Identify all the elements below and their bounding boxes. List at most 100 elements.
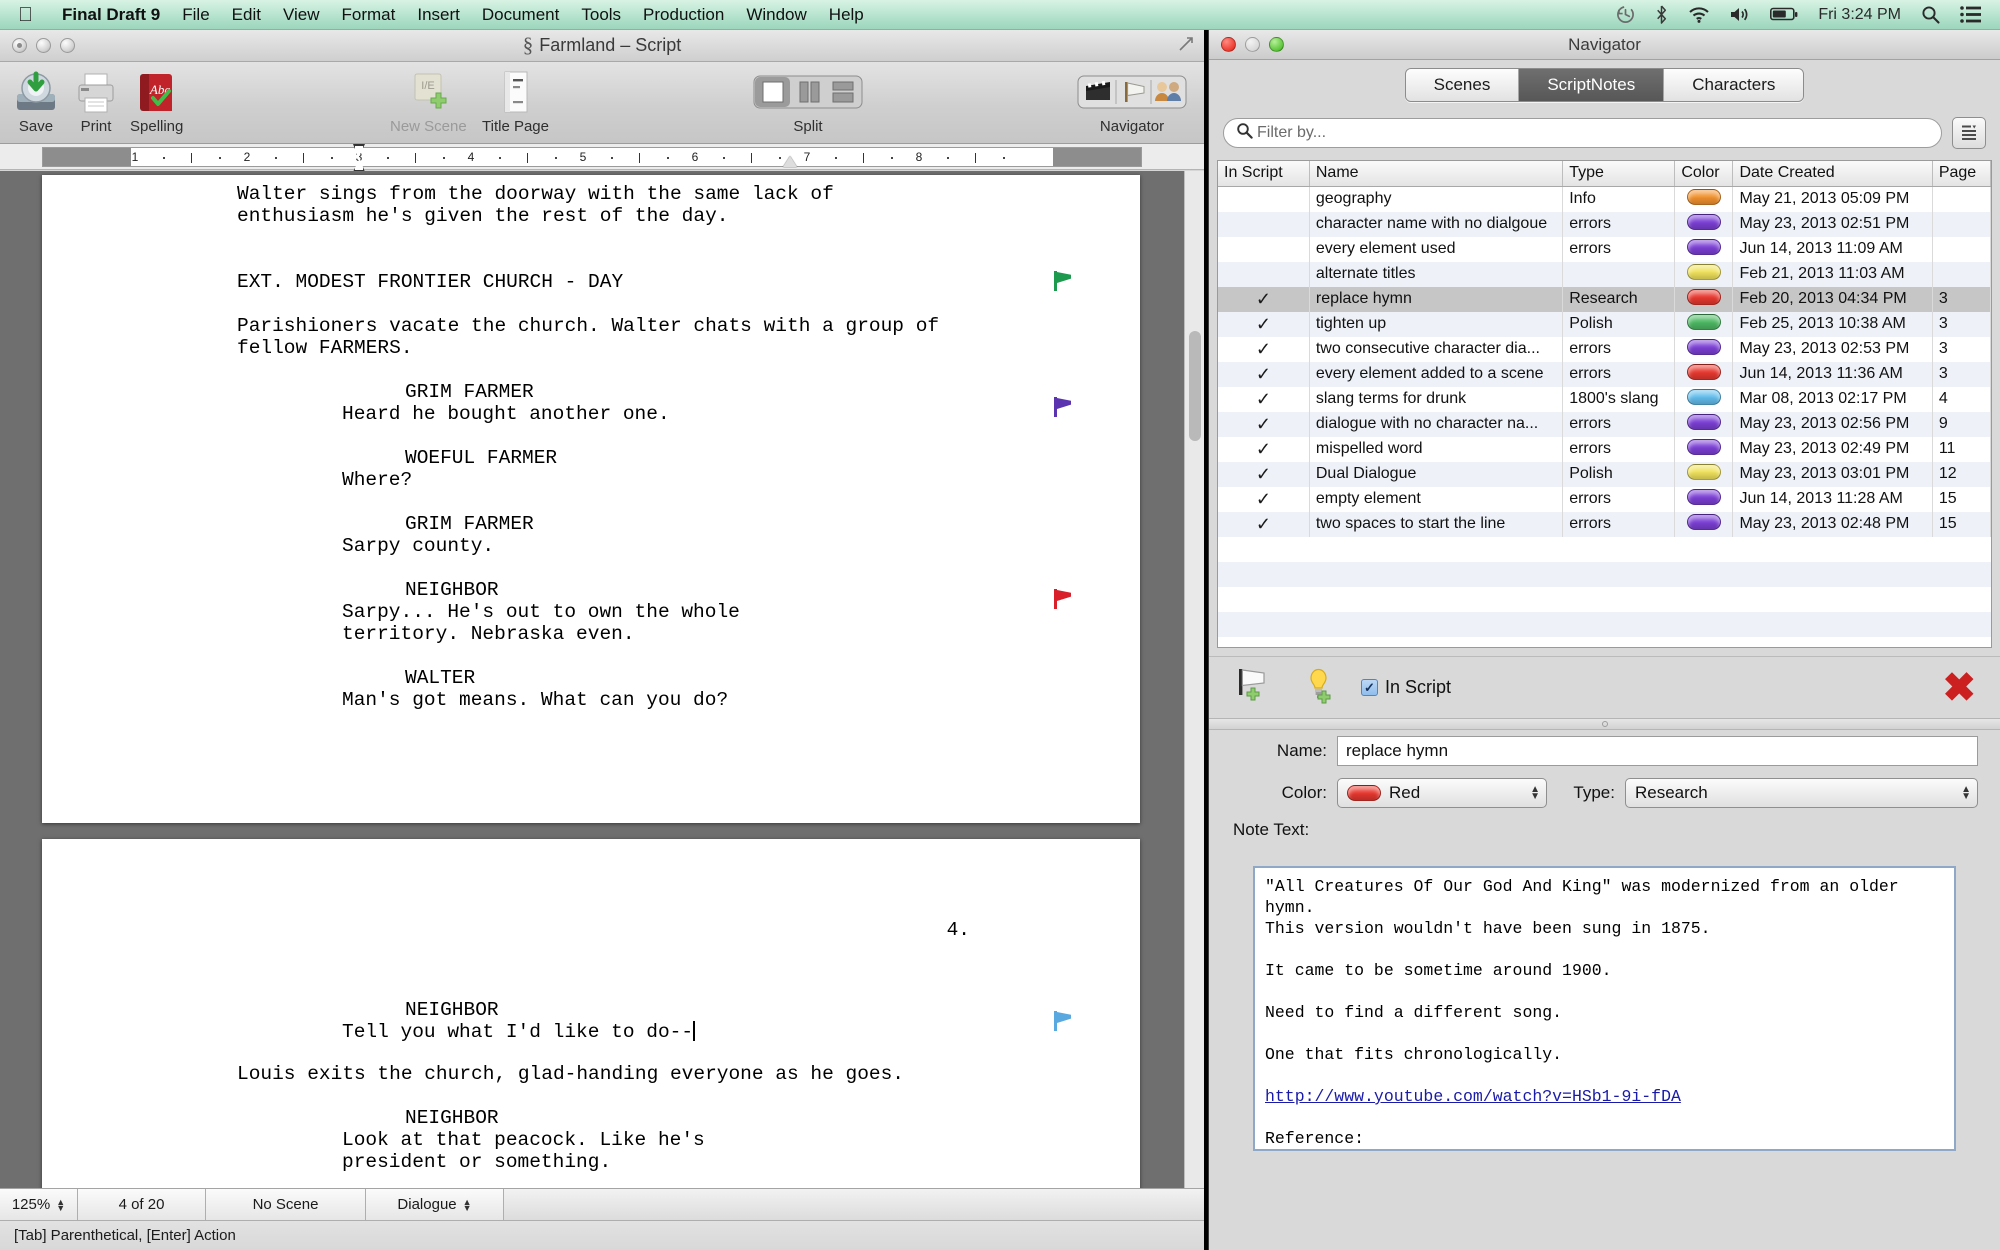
spelling-button[interactable]: Abc Spelling — [130, 68, 183, 135]
script-note-flag-icon[interactable] — [1054, 1011, 1072, 1031]
script-line-dialogue[interactable]: Tell you what I'd like to do-- — [342, 1021, 696, 1044]
tab-characters[interactable]: Characters — [1664, 69, 1804, 101]
column-header-type[interactable]: Type — [1562, 161, 1676, 187]
script-line-slug[interactable]: EXT. MODEST FRONTIER CHURCH - DAY — [237, 271, 623, 294]
script-line-action[interactable]: Louis exits the church, glad-handing eve… — [237, 1063, 904, 1086]
ruler-tab-marker[interactable] — [783, 156, 797, 167]
cell-in-script[interactable]: ✓ — [1218, 511, 1310, 537]
cell-in-script[interactable] — [1218, 261, 1310, 287]
column-header-in-script[interactable]: In Script — [1218, 161, 1310, 187]
delete-x-icon[interactable]: ✖ — [1942, 668, 1976, 708]
add-lightbulb-icon[interactable] — [1297, 664, 1339, 711]
volume-icon[interactable] — [1720, 0, 1760, 30]
navigator-control[interactable]: Navigator — [1072, 68, 1192, 135]
script-line-dialogue[interactable]: Sarpy... He's out to own the whole — [342, 601, 740, 624]
cell-in-script[interactable]: ✓ — [1218, 461, 1310, 487]
tab-scenes[interactable]: Scenes — [1405, 69, 1520, 101]
script-line-action[interactable]: Walter sings from the doorway with the s… — [237, 183, 834, 206]
table-row[interactable]: ✓ slang terms for drunk 1800's slang Mar 08… — [1218, 386, 1991, 412]
cell-in-script[interactable]: ✓ — [1218, 361, 1310, 387]
table-row[interactable]: ✓ two spaces to start the line errors May 2… — [1218, 511, 1991, 537]
menu-edit[interactable]: Edit — [221, 5, 272, 25]
table-row[interactable]: ✓ replace hymn Research Feb 20, 2013 04:34 … — [1218, 286, 1991, 312]
time-machine-icon[interactable] — [1606, 0, 1645, 30]
menu-insert[interactable]: Insert — [406, 5, 471, 25]
list-view-icon[interactable] — [1952, 117, 1986, 149]
element-type-select[interactable]: Dialogue ▲ ▼ — [366, 1189, 504, 1221]
script-page-1[interactable]: Walter sings from the doorway with the s… — [42, 175, 1140, 823]
table-row[interactable]: geography Info May 21, 2013 05:09 PM — [1218, 186, 1991, 212]
menu-format[interactable]: Format — [331, 5, 407, 25]
add-flag-icon[interactable] — [1233, 664, 1275, 711]
script-line-character[interactable]: WOEFUL FARMER — [405, 447, 557, 470]
menu-final-draft[interactable]: Final Draft 9 — [51, 5, 171, 25]
table-row[interactable]: ✓ Dual Dialogue Polish May 23, 2013 03:01 P… — [1218, 461, 1991, 487]
script-line-dialogue[interactable]: Heard he bought another one. — [342, 403, 670, 426]
cell-in-script[interactable]: ✓ — [1218, 386, 1310, 412]
script-note-flag-icon[interactable] — [1054, 271, 1072, 291]
menu-production[interactable]: Production — [632, 5, 735, 25]
script-line-character[interactable]: GRIM FARMER — [405, 513, 534, 536]
cell-in-script[interactable]: ✓ — [1218, 311, 1310, 337]
cell-in-script[interactable] — [1218, 186, 1310, 212]
script-line-character[interactable]: NEIGHBOR — [405, 999, 499, 1022]
table-row[interactable]: every element used errors Jun 14, 2013 11:… — [1218, 236, 1991, 262]
script-line-dialogue[interactable]: Sarpy county. — [342, 535, 494, 558]
filter-search-field[interactable] — [1223, 118, 1942, 148]
save-button[interactable]: Save — [12, 68, 60, 135]
scriptnotes-table[interactable]: In Script Name Type Color Date Created P… — [1217, 160, 1992, 648]
table-row[interactable]: ✓ mispelled word errors May 23, 2013 02:49 … — [1218, 436, 1991, 462]
title-page-button[interactable]: Title Page — [482, 68, 549, 135]
table-row[interactable]: ✓ dialogue with no character na... errors M… — [1218, 411, 1991, 437]
script-line-character[interactable]: NEIGHBOR — [405, 579, 499, 602]
script-line-character[interactable]: WALTER — [405, 667, 475, 690]
column-header-name[interactable]: Name — [1309, 161, 1564, 187]
table-row[interactable]: ✓ empty element errors Jun 14, 2013 11:28 A… — [1218, 486, 1991, 512]
script-line-dialogue[interactable]: territory. Nebraska even. — [342, 623, 635, 646]
new-scene-button[interactable]: I/E New Scene — [390, 68, 467, 135]
menu-view[interactable]: View — [272, 5, 331, 25]
note-text-editor[interactable]: "All Creatures Of Our God And King" was … — [1253, 866, 1956, 1151]
menubar-clock[interactable]: Fri 3:24 PM — [1808, 0, 1911, 30]
script-line-dialogue[interactable]: Where? — [342, 469, 412, 492]
script-page-2[interactable]: 4. NEIGHBOR Tell you what I'd like to do--… — [42, 839, 1140, 1188]
zoom-stepper[interactable]: 125% ▲ ▼ — [0, 1189, 78, 1221]
script-line-action[interactable]: enthusiasm he's given the rest of the da… — [237, 205, 728, 228]
table-row[interactable]: alternate titles Feb 21, 2013 11:03 AM — [1218, 261, 1991, 287]
script-line-action[interactable]: fellow FARMERS. — [237, 337, 413, 360]
stepper-arrows-icon[interactable]: ▲ ▼ — [56, 1197, 65, 1212]
cell-in-script[interactable]: ✓ — [1218, 286, 1310, 312]
pane-resize-divider[interactable] — [1209, 718, 2000, 730]
note-color-select[interactable]: Red ▲ ▼ — [1337, 778, 1547, 808]
stepper-arrows-icon[interactable]: ▲ ▼ — [463, 1197, 472, 1212]
cell-in-script[interactable]: ✓ — [1218, 436, 1310, 462]
script-page-area[interactable]: Walter sings from the doorway with the s… — [0, 171, 1204, 1188]
window-expand-icon[interactable] — [1178, 36, 1194, 52]
in-script-checkbox[interactable]: ✓ In Script — [1361, 677, 1451, 698]
note-name-input[interactable]: replace hymn — [1337, 736, 1978, 766]
notification-center-icon[interactable] — [1950, 0, 2000, 30]
menu-document[interactable]: Document — [471, 5, 570, 25]
cell-in-script[interactable] — [1218, 236, 1310, 262]
print-button[interactable]: Print — [72, 68, 120, 135]
note-text-link[interactable]: http://www.youtube.com/watch?v=HSb1-9i-f… — [1265, 1087, 1681, 1106]
cell-in-script[interactable]: ✓ — [1218, 486, 1310, 512]
menu-tools[interactable]: Tools — [570, 5, 632, 25]
script-line-dialogue[interactable]: president or something. — [342, 1151, 611, 1174]
tab-scriptnotes[interactable]: ScriptNotes — [1519, 69, 1665, 101]
menu-file[interactable]: File — [171, 5, 220, 25]
document-scrollbar-thumb[interactable] — [1189, 331, 1201, 441]
wifi-icon[interactable] — [1678, 0, 1720, 30]
menu-window[interactable]: Window — [735, 5, 817, 25]
script-note-flag-icon[interactable] — [1054, 589, 1072, 609]
script-line-action[interactable]: Parishioners vacate the church. Walter c… — [237, 315, 939, 338]
spotlight-search-icon[interactable] — [1911, 0, 1950, 30]
document-scrollbar[interactable] — [1184, 171, 1204, 1188]
battery-icon[interactable] — [1760, 0, 1808, 30]
table-row[interactable]: ✓ tighten up Polish Feb 25, 2013 10:38 AM 3 — [1218, 311, 1991, 337]
script-line-dialogue[interactable]: Look at that peacock. Like he's — [342, 1129, 705, 1152]
search-input[interactable] — [1257, 124, 1929, 142]
menu-help[interactable]: Help — [818, 5, 875, 25]
document-ruler[interactable]: 12345678 — [0, 144, 1204, 172]
column-header-date-created[interactable]: Date Created — [1732, 161, 1933, 187]
